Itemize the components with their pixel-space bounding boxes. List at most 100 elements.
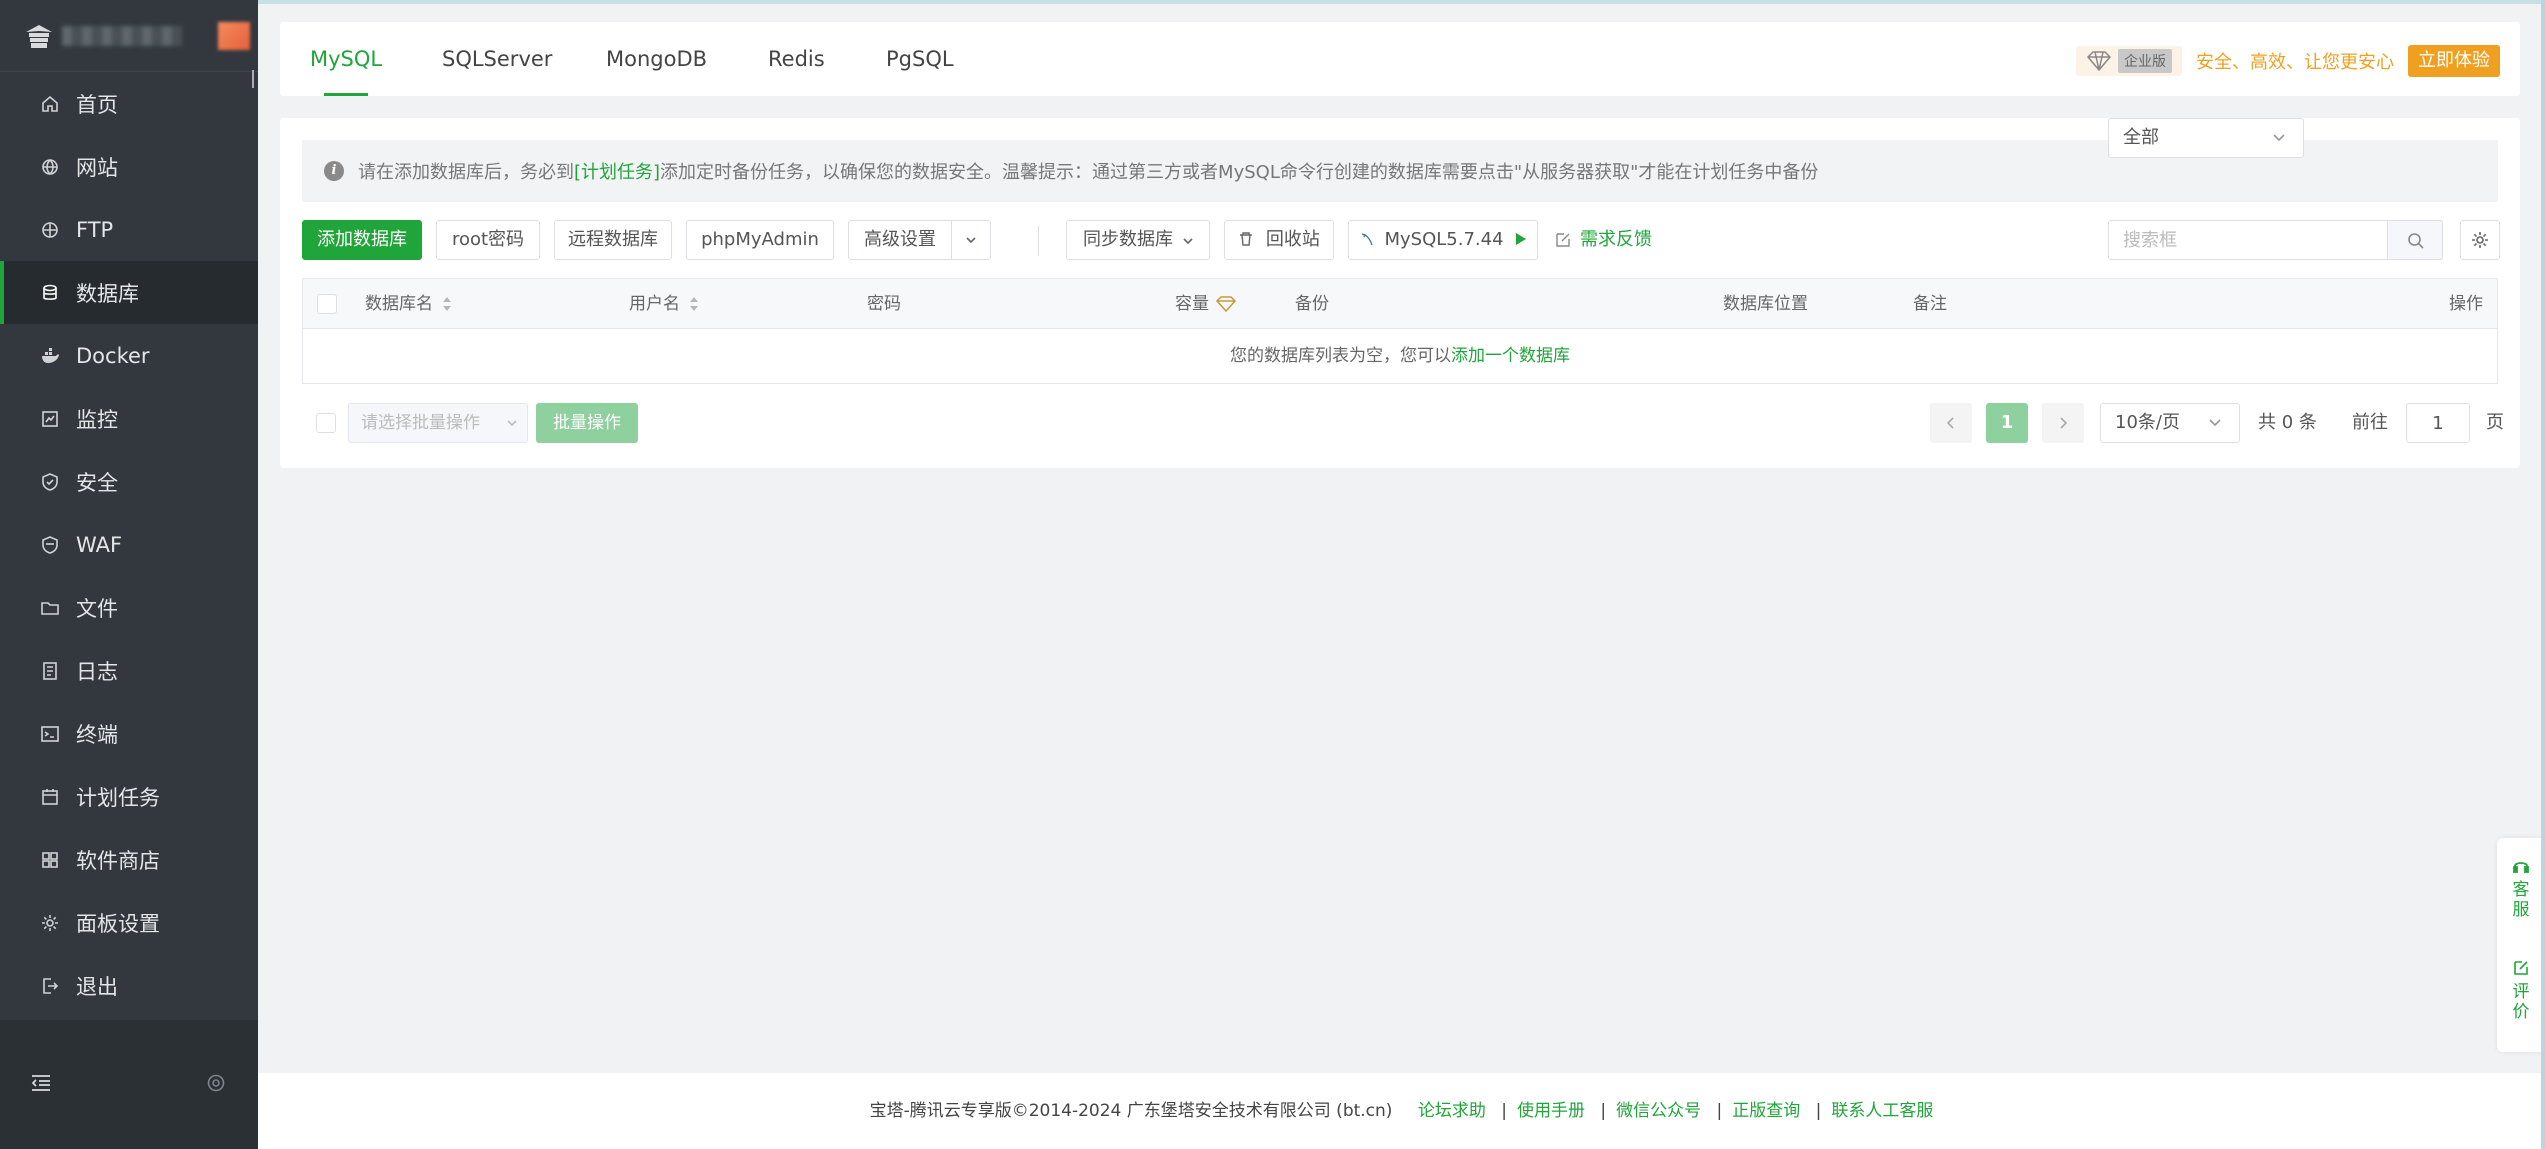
col-user-label: 用户名	[629, 294, 680, 314]
footer-link-manual[interactable]: 使用手册	[1517, 1101, 1585, 1121]
mysql-version-button[interactable]: MySQL5.7.44	[1348, 220, 1538, 260]
chevron-down-icon	[966, 237, 976, 244]
floating-service-panel: 客 服 评 价	[2497, 838, 2545, 1052]
home-icon	[42, 95, 58, 112]
info-icon: i	[324, 161, 344, 181]
search-icon	[2408, 233, 2424, 249]
tab-mysql[interactable]: MySQL	[310, 22, 382, 96]
review-button[interactable]: 评 价	[2497, 958, 2545, 1022]
search-input[interactable]	[2108, 220, 2388, 260]
sync-database-button[interactable]: 同步数据库	[1066, 220, 1210, 260]
tab-redis[interactable]: Redis	[768, 22, 825, 96]
remote-database-button[interactable]: 远程数据库	[554, 220, 672, 260]
sidebar-item-store[interactable]: 软件商店	[0, 828, 258, 891]
pagination-goto	[280, 400, 2520, 446]
add-database-button[interactable]: 添加数据库	[302, 220, 422, 260]
sidebar-item-security[interactable]: 安全	[0, 450, 258, 513]
sidebar-item-label: 计划任务	[76, 785, 160, 810]
sidebar-item-label: 面板设置	[76, 911, 160, 936]
select-all-checkbox[interactable]	[317, 294, 337, 314]
notice-prefix: 请在添加数据库后，务必到	[358, 162, 574, 183]
sidebar-item-label: 网站	[76, 155, 118, 180]
mysql-dolphin-icon	[1361, 233, 1373, 246]
column-settings-button[interactable]	[2460, 220, 2500, 260]
mysql-version-label: MySQL5.7.44	[1384, 229, 1504, 250]
sidebar-item-home[interactable]: 首页	[0, 72, 258, 135]
logo-badge-blurred	[218, 22, 250, 50]
advanced-dropdown-button[interactable]	[951, 220, 991, 260]
sidebar-item-monitor[interactable]: 监控	[0, 387, 258, 450]
col-capacity: 容量	[1175, 279, 1237, 329]
search-button[interactable]	[2387, 220, 2443, 260]
tab-sqlserver[interactable]: SQLServer	[442, 22, 552, 96]
phpmyadmin-button[interactable]: phpMyAdmin	[686, 220, 834, 260]
log-icon	[43, 661, 57, 680]
col-remark: 备注	[1913, 294, 1947, 314]
sort-icon	[443, 297, 451, 311]
promo-slogan: 安全、高效、让您更安心	[2196, 52, 2394, 73]
customer-service-button[interactable]: 客 服	[2497, 856, 2545, 920]
sidebar-item-cron[interactable]: 计划任务	[0, 765, 258, 828]
sidebar-item-label: 安全	[76, 470, 118, 495]
sidebar-item-database[interactable]: 数据库	[0, 261, 258, 324]
footer-link-wechat[interactable]: 微信公众号	[1616, 1101, 1701, 1121]
database-table: 数据库名 用户名 密码 容量 备份 数据库位置 备注 操作 您的数据库列表为空，	[302, 278, 2498, 384]
window-right-edge	[2541, 0, 2545, 1149]
sidebar-item-website[interactable]: 网站	[0, 135, 258, 198]
headset-icon	[2513, 862, 2529, 873]
globe-icon	[42, 158, 58, 175]
db-type-tabs: MySQL SQLServer MongoDB Redis PgSQL 企业版 …	[280, 22, 2520, 96]
sidebar-item-label: 终端	[76, 722, 118, 747]
sidebar-item-terminal[interactable]: 终端	[0, 702, 258, 765]
filter-value: 全部	[2123, 127, 2159, 148]
col-name[interactable]: 数据库名	[365, 279, 453, 329]
col-name-label: 数据库名	[365, 294, 433, 314]
premium-diamond-icon	[1215, 296, 1237, 313]
database-icon	[43, 284, 57, 300]
sidebar-item-label: WAF	[76, 532, 123, 557]
chevron-down-icon	[2273, 134, 2285, 142]
sidebar-item-label: Docker	[76, 343, 150, 368]
gear-icon	[42, 914, 58, 931]
toolbar-divider	[1038, 226, 1039, 256]
sidebar-item-ftp[interactable]: FTP	[0, 198, 258, 261]
tab-mongodb[interactable]: MongoDB	[606, 22, 707, 96]
sidebar-item-label: 退出	[76, 974, 118, 999]
ftp-icon	[42, 221, 58, 238]
sidebar-item-settings[interactable]: 面板设置	[0, 891, 258, 954]
diamond-icon	[2086, 51, 2112, 72]
root-password-button[interactable]: root密码	[436, 220, 540, 260]
sidebar-item-label: FTP	[76, 217, 114, 242]
sidebar-item-label: 首页	[76, 92, 118, 117]
sidebar-item-docker[interactable]: Docker	[0, 324, 258, 387]
edit-icon	[1556, 233, 1570, 247]
select-all-cell	[317, 279, 337, 329]
footer-link-license[interactable]: 正版查询	[1732, 1101, 1800, 1121]
gear-icon	[2472, 232, 2488, 248]
enterprise-badge-box: 企业版	[2076, 46, 2182, 76]
try-now-button[interactable]: 立即体验	[2408, 45, 2500, 77]
footer-link-support[interactable]: 联系人工客服	[1831, 1101, 1933, 1121]
col-user[interactable]: 用户名	[629, 279, 700, 329]
footer-link-forum[interactable]: 论坛求助	[1418, 1101, 1486, 1121]
enterprise-promo: 企业版 安全、高效、让您更安心 立即体验	[2076, 44, 2500, 78]
notice-suffix: 添加定时备份任务，以确保您的数据安全。温馨提示：通过第三方或者MySQL命令行创…	[660, 162, 1819, 183]
advanced-settings-button[interactable]: 高级设置	[848, 220, 952, 260]
feedback-link[interactable]: 需求反馈	[1554, 220, 1652, 260]
tab-pgsql[interactable]: PgSQL	[886, 22, 954, 96]
filter-select[interactable]: 全部	[2108, 118, 2304, 158]
sidebar-item-logs[interactable]: 日志	[0, 639, 258, 702]
sidebar-settings-icon[interactable]	[205, 1072, 227, 1094]
recycle-bin-label: 回收站	[1265, 229, 1320, 250]
add-database-link[interactable]: 添加一个数据库	[1451, 346, 1570, 366]
sidebar-item-waf[interactable]: WAF	[0, 513, 258, 576]
sidebar-item-label: 文件	[76, 596, 118, 621]
collapse-menu-icon[interactable]	[30, 1072, 52, 1094]
sidebar-item-files[interactable]: 文件	[0, 576, 258, 639]
cron-task-link[interactable]: [计划任务]	[574, 158, 660, 184]
col-capacity-label: 容量	[1175, 294, 1209, 314]
sidebar-item-logout[interactable]: 退出	[0, 954, 258, 1017]
recycle-bin-button[interactable]: 回收站	[1224, 220, 1334, 260]
play-icon	[1516, 233, 1527, 245]
review-char-2: 价	[2512, 1002, 2530, 1022]
